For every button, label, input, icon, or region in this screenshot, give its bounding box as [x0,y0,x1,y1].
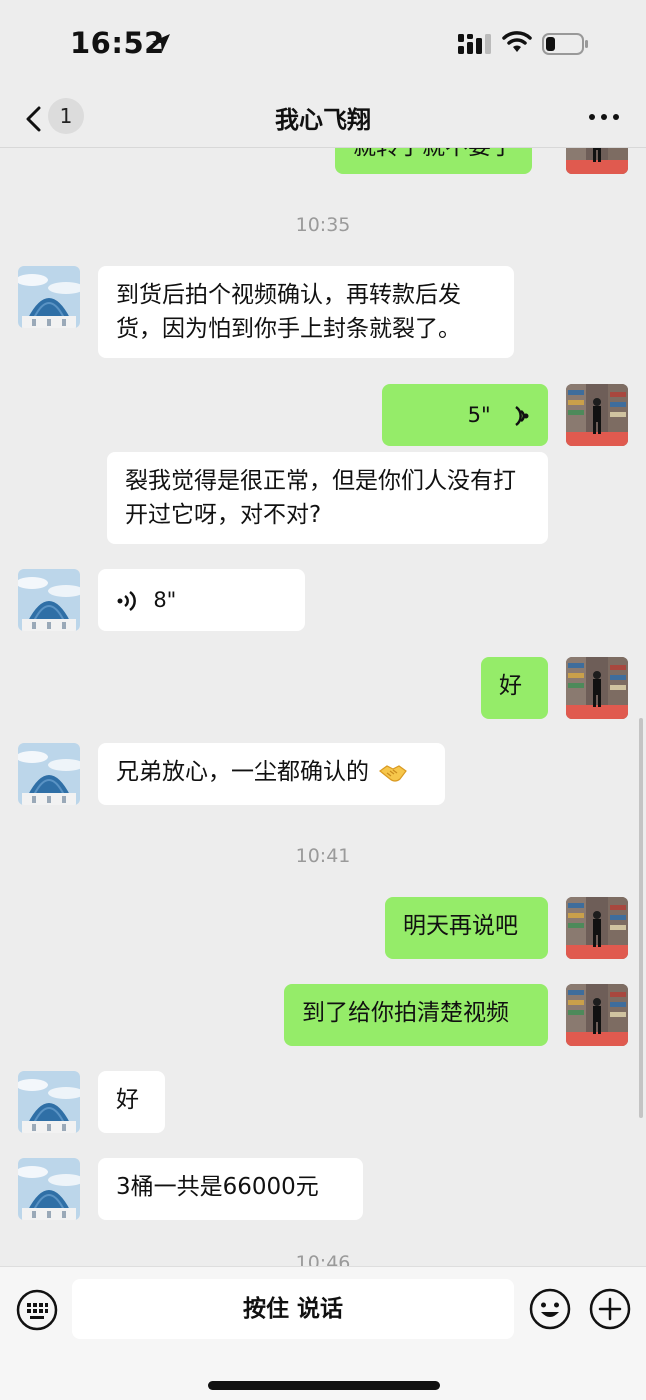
incoming-message-bubble[interactable]: 好 [98,1071,165,1133]
message-text: 3桶一共是66000元 [116,1174,319,1200]
voice-duration: 8" [153,588,177,612]
outgoing-message-bubble[interactable]: 就转了就不要了 [335,148,532,174]
message-text: 到了给你拍清楚视频 [302,1000,509,1026]
voice-wave-icon [515,405,529,426]
incoming-voice-message[interactable]: 8" [98,569,305,631]
contact-avatar[interactable] [18,1158,80,1220]
outgoing-voice-message[interactable]: 5" [382,384,548,446]
outgoing-message-bubble[interactable]: 明天再说吧 [385,897,548,959]
contact-avatar[interactable] [18,1071,80,1133]
chat-header: 1 我心飞翔 [0,88,646,148]
message-timestamp: 10:41 [295,845,351,867]
message-text: 到货后拍个视频确认，再转款后发货，因为怕到你手上封条就裂了。 [116,282,461,342]
contact-avatar[interactable] [18,743,80,805]
wifi-icon [502,31,532,52]
contact-avatar[interactable] [18,569,80,631]
incoming-message-bubble[interactable]: 3桶一共是66000元 [98,1158,363,1220]
incoming-message-bubble[interactable]: 兄弟放心，一尘都确认的 [98,743,445,805]
chat-title: 我心飞翔 [275,106,371,134]
voice-wave-icon [117,590,136,611]
scrollbar[interactable] [639,718,643,1118]
my-avatar[interactable] [566,657,628,719]
message-text: 裂我觉得是很正常，但是你们人没有打开过它呀，对不对? [125,468,516,528]
keyboard-toggle-icon[interactable] [16,1289,58,1331]
message-text: 好 [499,673,522,699]
message-timestamp: 10:35 [295,214,351,236]
more-options-icon[interactable] [586,102,622,132]
contact-avatar[interactable] [18,266,80,328]
message-list[interactable]: 就转了就不要了 10:35 到货后拍个视频确认，再转款后发货，因为怕到你手上封条… [0,148,646,1266]
handshake-emoji-icon [379,764,408,782]
message-text: 兄弟放心，一尘都确认的 [116,759,369,785]
plus-icon[interactable] [588,1287,632,1331]
status-bar: 16:52 [0,0,646,88]
home-indicator[interactable] [208,1381,440,1390]
location-arrow-icon [152,34,170,52]
message-text: 好 [116,1087,139,1113]
message-timestamp: 10:46 [295,1252,351,1266]
voice-transcription-bubble[interactable]: 裂我觉得是很正常，但是你们人没有打开过它呀，对不对? [107,452,548,544]
my-avatar[interactable] [566,897,628,959]
my-avatar[interactable] [566,384,628,446]
message-text: 明天再说吧 [403,913,518,939]
voice-duration: 5" [467,403,491,427]
my-avatar[interactable] [566,984,628,1046]
outgoing-message-bubble[interactable]: 好 [481,657,548,719]
incoming-message-bubble[interactable]: 到货后拍个视频确认，再转款后发货，因为怕到你手上封条就裂了。 [98,266,514,358]
input-bar: 按住 说话 [0,1266,646,1400]
emoji-icon[interactable] [528,1287,572,1331]
my-avatar[interactable] [566,148,628,174]
outgoing-message-bubble[interactable]: 到了给你拍清楚视频 [284,984,548,1046]
hold-to-talk-button[interactable]: 按住 说话 [72,1279,514,1339]
message-text: 就转了就不要了 [353,148,514,160]
battery-icon [542,33,588,55]
cellular-signal-icon [458,34,491,54]
